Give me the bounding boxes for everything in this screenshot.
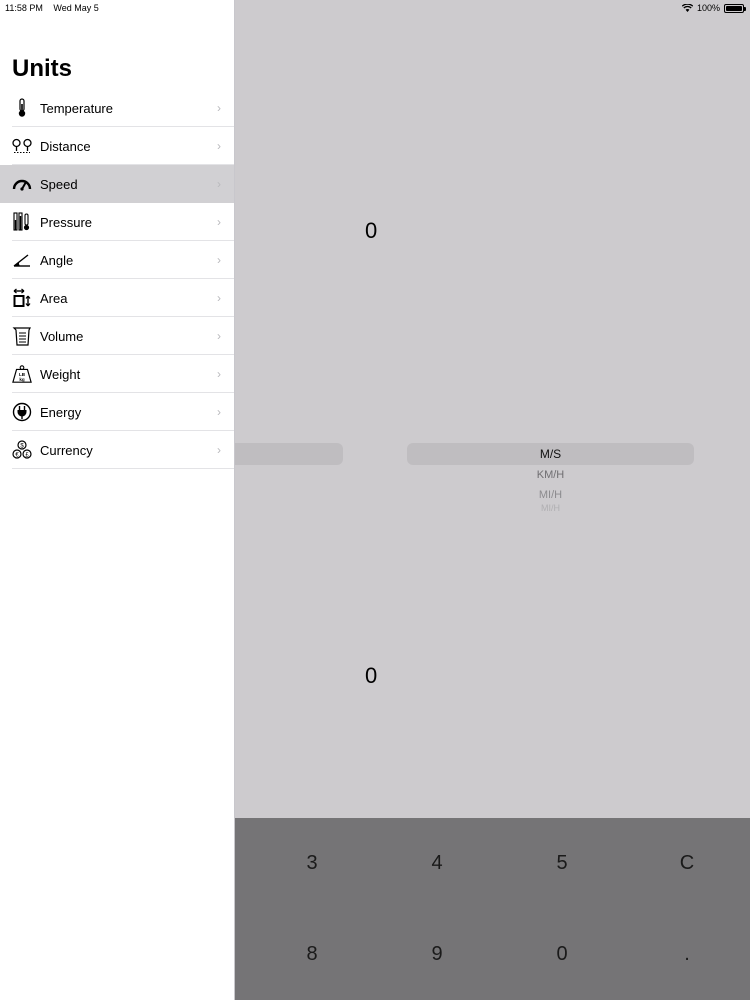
sidebar-title: Units: [12, 55, 72, 82]
sidebar-item-label: Distance: [40, 138, 91, 154]
thermometer-icon: [12, 98, 32, 118]
angle-icon: [12, 250, 32, 270]
distance-pins-icon: [12, 136, 32, 156]
chevron-right-icon: ›: [217, 443, 221, 457]
chevron-right-icon: ›: [217, 139, 221, 153]
sidebar-item-label: Pressure: [40, 214, 93, 230]
area-icon: [12, 288, 32, 308]
chevron-right-icon: ›: [217, 215, 221, 229]
sidebar-item-angle[interactable]: Angle ›: [0, 241, 234, 279]
key-decimal[interactable]: .: [657, 934, 717, 974]
sidebar-item-label: Speed: [40, 176, 78, 192]
chevron-right-icon: ›: [217, 329, 221, 343]
key-clear[interactable]: C: [657, 843, 717, 883]
picker-option-ms[interactable]: M/S: [407, 447, 694, 461]
sidebar-item-label: Weight: [40, 366, 81, 382]
speedometer-icon: [12, 174, 32, 194]
units-sidebar: Units Temperature › Distance › Speed › P…: [0, 0, 235, 1000]
sidebar-item-pressure[interactable]: Pressure ›: [0, 203, 234, 241]
picker-option-faded[interactable]: MI/H: [407, 503, 694, 513]
chevron-right-icon: ›: [217, 101, 221, 115]
chevron-right-icon: ›: [217, 177, 221, 191]
key-3[interactable]: 3: [282, 843, 342, 883]
chevron-right-icon: ›: [217, 367, 221, 381]
energy-plug-icon: [12, 402, 32, 422]
sidebar-item-label: Energy: [40, 404, 82, 420]
sidebar-item-label: Temperature: [40, 100, 113, 116]
battery-icon: [724, 3, 746, 13]
sidebar-item-energy[interactable]: Energy ›: [0, 393, 234, 431]
currency-coins-icon: $ € £: [12, 440, 32, 460]
key-4[interactable]: 4: [407, 843, 467, 883]
key-5[interactable]: 5: [532, 843, 592, 883]
key-9[interactable]: 9: [407, 934, 467, 974]
sidebar-item-label: Angle: [40, 252, 74, 268]
svg-text:kg: kg: [19, 377, 25, 382]
status-bar: 11:58 PM Wed May 5 100%: [0, 0, 750, 16]
picker-option-kmh[interactable]: KM/H: [407, 469, 694, 481]
picker-option-mih[interactable]: MI/H: [407, 489, 694, 501]
sidebar-item-distance[interactable]: Distance ›: [0, 127, 234, 165]
key-8[interactable]: 8: [282, 934, 342, 974]
sidebar-item-label: Area: [40, 290, 68, 306]
sidebar-item-weight[interactable]: LB kg Weight ›: [0, 355, 234, 393]
status-time: 11:58 PM: [5, 3, 43, 13]
input-value-display[interactable]: 0: [365, 218, 377, 244]
output-value-display: 0: [365, 663, 378, 688]
sidebar-item-label: Currency: [40, 442, 93, 458]
wifi-icon: [681, 4, 693, 12]
sidebar-item-temperature[interactable]: Temperature ›: [0, 89, 234, 127]
sidebar-item-volume[interactable]: Volume ›: [0, 317, 234, 355]
units-menu: Temperature › Distance › Speed › Pressur…: [0, 89, 234, 469]
sidebar-item-area[interactable]: Area ›: [0, 279, 234, 317]
pressure-gauge-icon: [12, 212, 32, 232]
sidebar-item-label: Volume: [40, 328, 84, 344]
battery-percent: 100%: [696, 3, 720, 13]
sidebar-item-currency[interactable]: $ € £ Currency ›: [0, 431, 234, 469]
chevron-right-icon: ›: [217, 253, 221, 267]
chevron-right-icon: ›: [217, 405, 221, 419]
volume-icon: [12, 326, 32, 346]
key-0[interactable]: 0: [532, 934, 592, 974]
weight-icon: LB kg: [12, 364, 32, 384]
status-date: Wed May 5: [53, 3, 99, 13]
source-unit-picker[interactable]: [235, 443, 343, 465]
chevron-right-icon: ›: [217, 291, 221, 305]
keypad: 3 4 5 C 8 9 0 .: [235, 818, 750, 1000]
sidebar-item-speed[interactable]: Speed ›: [0, 165, 234, 203]
